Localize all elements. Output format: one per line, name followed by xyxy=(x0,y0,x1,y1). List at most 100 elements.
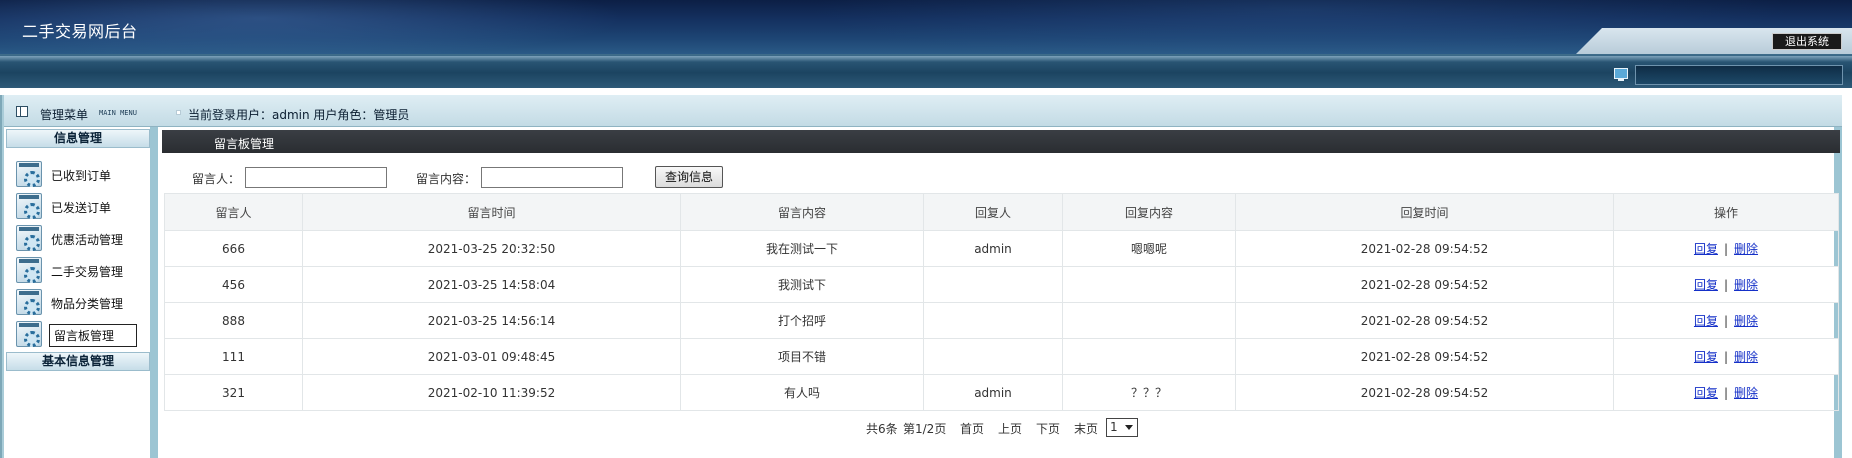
section-info-management[interactable]: 信息管理 xyxy=(6,129,150,148)
author-input[interactable] xyxy=(245,167,387,188)
search-button[interactable]: 查询信息 xyxy=(655,166,723,188)
menu-item-label: 优惠活动管理 xyxy=(51,233,124,247)
cell-reply-time: 2021-02-28 09:54:52 xyxy=(1235,302,1614,339)
menu-item-sent-orders[interactable]: 已发送订单 xyxy=(16,191,146,221)
pager-prev[interactable]: 上页 xyxy=(998,420,1022,437)
col-reply: 回复内容 xyxy=(1062,193,1236,231)
reply-link[interactable]: 回复 xyxy=(1694,278,1718,292)
reply-link[interactable]: 回复 xyxy=(1694,314,1718,328)
delete-link[interactable]: 删除 xyxy=(1734,242,1758,256)
menu-item-category-management[interactable]: 物品分类管理 xyxy=(16,287,146,317)
pager-first[interactable]: 首页 xyxy=(960,420,984,437)
table-row: 888 2021-03-25 14:56:14 打个招呼 2021-02-28 … xyxy=(164,302,1839,339)
menu-item-label: 二手交易管理 xyxy=(51,265,124,279)
cell-content: 我测试下 xyxy=(680,266,924,303)
gear-icon xyxy=(16,193,42,219)
content-title-bar: 留言板管理 xyxy=(162,130,1840,153)
page-title: 留言板管理 xyxy=(214,137,275,151)
col-content: 留言内容 xyxy=(680,193,924,231)
pager-next[interactable]: 下页 xyxy=(1036,420,1060,437)
cell-time: 2021-03-25 14:56:14 xyxy=(302,302,681,339)
gear-icon xyxy=(16,289,42,315)
cell-reply: ？？？ xyxy=(1062,374,1236,411)
table-row: 666 2021-03-25 20:32:50 我在测试一下 admin 嗯嗯呢… xyxy=(164,230,1839,267)
page-select[interactable]: 1 xyxy=(1106,418,1138,437)
cell-replier xyxy=(923,338,1063,375)
content-label: 留言内容： xyxy=(416,172,477,186)
reply-link[interactable]: 回复 xyxy=(1694,386,1718,400)
menu-item-label: 留言板管理 xyxy=(49,324,137,347)
author-label: 留言人： xyxy=(192,172,241,186)
delete-link[interactable]: 删除 xyxy=(1734,314,1758,328)
action-separator: | xyxy=(1723,314,1729,328)
table-row: 456 2021-03-25 14:58:04 我测试下 2021-02-28 … xyxy=(164,266,1839,303)
menu-item-received-orders[interactable]: 已收到订单 xyxy=(16,159,146,189)
action-separator: | xyxy=(1723,350,1729,364)
cell-content: 项目不错 xyxy=(680,338,924,375)
menu-item-trade-management[interactable]: 二手交易管理 xyxy=(16,255,146,285)
action-separator: | xyxy=(1723,278,1729,292)
bullet-icon xyxy=(176,110,181,115)
cell-author: 111 xyxy=(164,338,303,375)
action-separator: | xyxy=(1723,242,1729,256)
table-row: 111 2021-03-01 09:48:45 项目不错 2021-02-28 … xyxy=(164,338,1839,375)
table-header-row: 留言人 留言时间 留言内容 回复人 回复内容 回复时间 操作 xyxy=(164,193,1839,231)
cell-author: 321 xyxy=(164,374,303,411)
col-author: 留言人 xyxy=(164,193,303,231)
pager-current-page: 第1/2页 xyxy=(903,422,947,436)
monitor-icon xyxy=(1614,68,1628,81)
section-basic-info[interactable]: 基本信息管理 xyxy=(6,352,150,371)
cell-replier xyxy=(923,302,1063,339)
delete-link[interactable]: 删除 xyxy=(1734,278,1758,292)
col-replier: 回复人 xyxy=(923,193,1063,231)
cell-reply: 嗯嗯呢 xyxy=(1062,230,1236,267)
gear-icon xyxy=(16,257,42,283)
cell-author: 456 xyxy=(164,266,303,303)
reply-link[interactable]: 回复 xyxy=(1694,350,1718,364)
top-header: 二手交易网后台 退出系统 xyxy=(0,0,1852,54)
cell-content: 打个招呼 xyxy=(680,302,924,339)
reply-link[interactable]: 回复 xyxy=(1694,242,1718,256)
delete-link[interactable]: 删除 xyxy=(1734,386,1758,400)
cell-content: 我在测试一下 xyxy=(680,230,924,267)
gear-icon xyxy=(16,225,42,251)
cell-actions: 回复 | 删除 xyxy=(1613,374,1839,411)
cell-content: 有人吗 xyxy=(680,374,924,411)
logout-button[interactable]: 退出系统 xyxy=(1772,33,1842,50)
cell-replier: admin xyxy=(923,374,1063,411)
col-time: 留言时间 xyxy=(302,193,681,231)
cell-actions: 回复 | 删除 xyxy=(1613,302,1839,339)
cell-time: 2021-03-25 20:32:50 xyxy=(302,230,681,267)
sidebar-subtitle: MAIN MENU xyxy=(99,109,137,117)
header-glow xyxy=(0,0,1852,54)
content-input[interactable] xyxy=(481,167,623,188)
menu-icon xyxy=(16,106,28,117)
cell-reply xyxy=(1062,338,1236,375)
message-table: 留言人 留言时间 留言内容 回复人 回复内容 回复时间 操作 666 2021-… xyxy=(164,193,1839,411)
delete-link[interactable]: 删除 xyxy=(1734,350,1758,364)
action-separator: | xyxy=(1723,386,1729,400)
menu-panel: 信息管理 已收到订单 已发送订单 优惠活动管理 二手交易管理 物品分类管理 留言… xyxy=(4,127,150,458)
menu-item-promotions[interactable]: 优惠活动管理 xyxy=(16,223,146,253)
sidebar-header: 管理菜单 MAIN MENU xyxy=(4,95,161,127)
cell-reply-time: 2021-02-28 09:54:52 xyxy=(1235,230,1614,267)
cell-reply-time: 2021-02-28 09:54:52 xyxy=(1235,266,1614,303)
col-reply-time: 回复时间 xyxy=(1235,193,1614,231)
current-user-text: 当前登录用户：admin 用户角色：管理员 xyxy=(188,108,410,122)
menu-item-label: 已发送订单 xyxy=(51,201,112,215)
gear-icon xyxy=(16,321,42,347)
pager-total: 共6条 xyxy=(866,422,898,436)
user-info-bar: 当前登录用户：admin 用户角色：管理员 xyxy=(150,95,1842,127)
cell-reply xyxy=(1062,302,1236,339)
bar-highlight xyxy=(0,56,1852,62)
status-field xyxy=(1635,65,1843,85)
menu-item-label: 已收到订单 xyxy=(51,169,112,183)
gear-icon xyxy=(16,161,42,187)
pager-last[interactable]: 末页 xyxy=(1074,420,1098,437)
cell-author: 666 xyxy=(164,230,303,267)
cell-replier: admin xyxy=(923,230,1063,267)
menu-item-message-board[interactable]: 留言板管理 xyxy=(16,319,146,349)
cell-time: 2021-02-10 11:39:52 xyxy=(302,374,681,411)
cell-reply-time: 2021-02-28 09:54:52 xyxy=(1235,338,1614,375)
cell-time: 2021-03-25 14:58:04 xyxy=(302,266,681,303)
